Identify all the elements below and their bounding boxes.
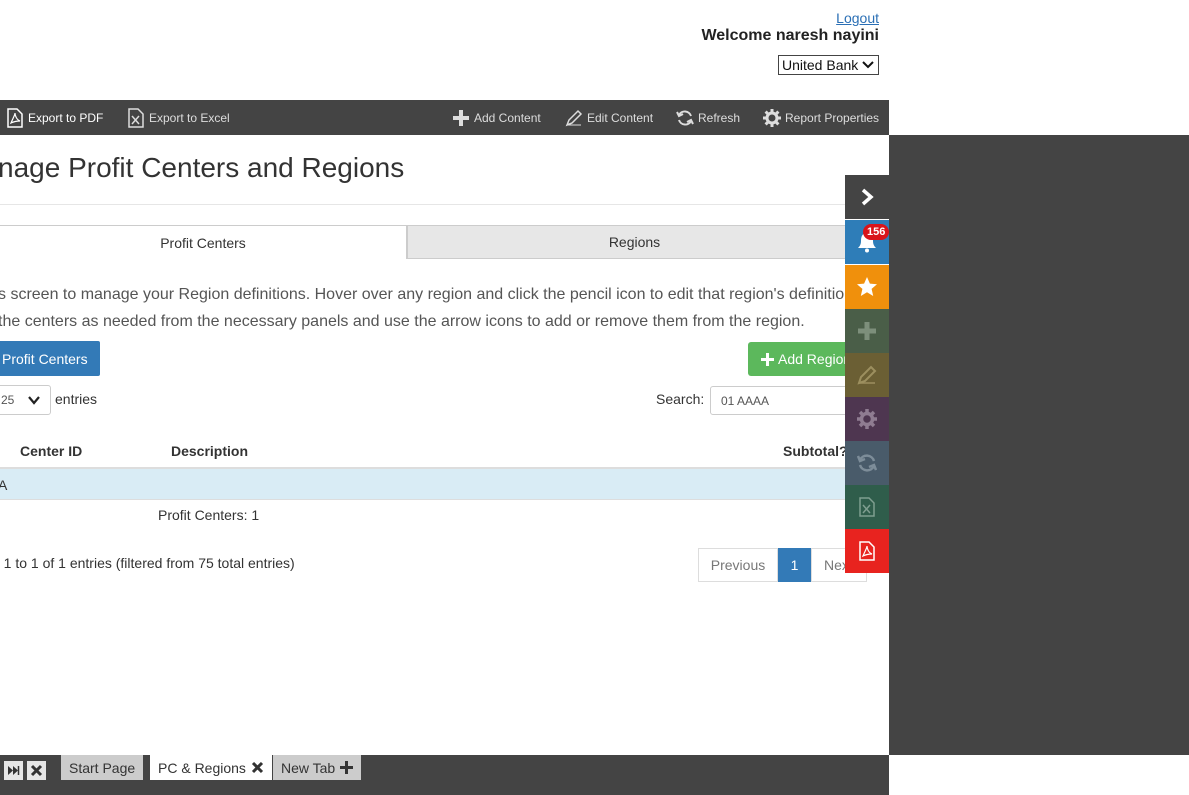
tab-start-page[interactable]: Start Page	[61, 755, 144, 780]
close-icon	[30, 764, 43, 777]
plus-icon	[453, 109, 469, 126]
export-pdf-button[interactable]: Export to PDF	[6, 100, 103, 135]
column-header-description[interactable]: Description	[171, 443, 248, 459]
add-region-button[interactable]: Add Region	[748, 342, 858, 376]
pencil-icon	[857, 365, 877, 385]
welcome-text: Welcome naresh nayini	[701, 27, 879, 44]
pdf-icon	[859, 541, 875, 561]
export-excel-label: Export to Excel	[149, 110, 230, 125]
add-content-label: Add Content	[474, 110, 541, 125]
side-refresh-button[interactable]	[845, 441, 889, 485]
search-label: Search:	[656, 391, 705, 407]
entries-per-page-select[interactable]: 25	[0, 385, 51, 415]
logout-link[interactable]: Logout	[836, 10, 879, 26]
bank-select-value: United Bank	[782, 57, 859, 73]
title-divider	[0, 204, 889, 205]
right-dark-panel	[889, 135, 1189, 755]
plus-icon	[340, 761, 354, 774]
tab-pc-regions-label: PC & Regions	[158, 759, 246, 776]
tab-regions[interactable]: Regions	[407, 225, 862, 259]
refresh-button[interactable]: Refresh	[676, 100, 740, 135]
report-toolbar: Export to PDF Export to Excel Add Conten…	[0, 100, 889, 135]
refresh-icon	[857, 454, 877, 472]
table-info: g 1 to 1 of 1 entries (filtered from 75 …	[0, 555, 295, 571]
add-region-label: Add Region	[778, 351, 852, 367]
edit-content-label: Edit Content	[587, 110, 654, 125]
column-header-center-id[interactable]: Center ID	[20, 443, 82, 459]
side-edit-content-button[interactable]	[845, 353, 889, 397]
entries-label: entries	[55, 391, 98, 407]
chevron-down-icon	[862, 61, 874, 69]
skip-to-end-button[interactable]	[4, 761, 23, 780]
entries-value: 25	[1, 393, 15, 407]
notifications-button[interactable]: 156	[845, 220, 890, 264]
side-export-pdf-button[interactable]	[845, 529, 889, 573]
gear-icon	[857, 409, 877, 429]
export-excel-button[interactable]: Export to Excel	[127, 100, 230, 135]
previous-button[interactable]: Previous	[698, 548, 778, 582]
center-id-cell: A	[0, 476, 8, 493]
add-content-button[interactable]: Add Content	[452, 100, 541, 135]
plus-icon	[761, 352, 774, 366]
close-all-tabs-button[interactable]	[27, 761, 46, 780]
row-divider	[0, 499, 862, 500]
bank-select[interactable]: United Bank	[778, 55, 879, 75]
report-properties-button[interactable]: Report Properties	[763, 100, 879, 135]
close-tab-icon[interactable]	[251, 761, 264, 774]
table-row[interactable]: A	[0, 469, 862, 500]
collapse-panel-button[interactable]	[845, 175, 889, 219]
refresh-icon	[676, 109, 694, 126]
favorites-button[interactable]	[845, 265, 889, 309]
tab-new-label: New Tab	[281, 759, 336, 776]
pagination: Previous 1 Next	[698, 548, 867, 582]
notification-badge: 156	[863, 224, 890, 240]
instructions-line-2: the centers as needed from the necessary…	[0, 313, 805, 330]
skip-end-icon	[8, 766, 20, 775]
excel-icon	[859, 497, 875, 517]
export-pdf-label: Export to PDF	[28, 110, 104, 125]
pdf-icon	[7, 107, 23, 128]
search-input[interactable]: 01 AAAA	[710, 386, 860, 415]
gear-icon	[763, 108, 781, 127]
column-header-subtotal[interactable]: Subtotal?	[783, 443, 848, 459]
side-add-content-button[interactable]	[845, 309, 889, 353]
excel-icon	[128, 107, 144, 128]
chevron-right-icon	[861, 188, 874, 206]
tab-pc-regions[interactable]: PC & Regions	[150, 755, 272, 780]
tab-start-page-label: Start Page	[69, 759, 136, 776]
pencil-icon	[565, 109, 583, 126]
star-icon	[857, 277, 877, 296]
profit-centers-count: Profit Centers: 1	[158, 507, 260, 523]
page-title: nage Profit Centers and Regions	[0, 152, 405, 183]
page-1-button[interactable]: 1	[778, 548, 811, 582]
side-export-excel-button[interactable]	[845, 485, 889, 529]
report-properties-label: Report Properties	[785, 110, 880, 125]
chevron-down-icon	[28, 396, 40, 405]
profit-centers-button[interactable]: Profit Centers	[0, 341, 100, 376]
tab-new[interactable]: New Tab	[273, 755, 362, 780]
edit-content-button[interactable]: Edit Content	[565, 100, 653, 135]
plus-icon	[858, 322, 876, 340]
refresh-label: Refresh	[698, 110, 741, 125]
tab-profit-centers[interactable]: Profit Centers	[0, 225, 407, 259]
instructions-line-1: s screen to manage your Region definitio…	[0, 286, 858, 303]
side-settings-button[interactable]	[845, 397, 889, 441]
